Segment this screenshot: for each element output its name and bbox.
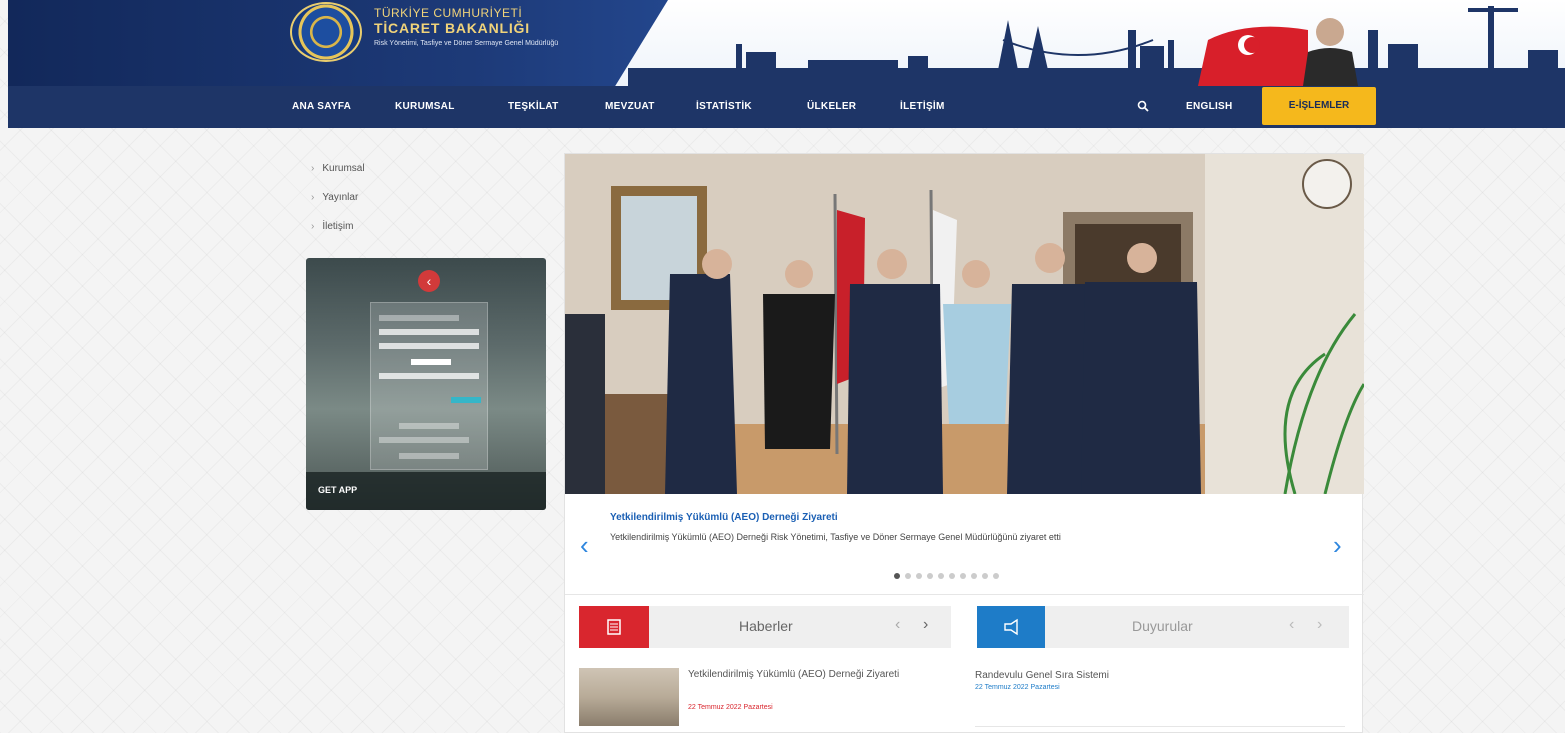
nav-english[interactable]: ENGLISH [1186,86,1233,128]
news-item-title[interactable]: Yetkilendirilmiş Yükümlü (AEO) Derneği Z… [688,668,928,682]
nav-teskilat[interactable]: TEŞKİLAT [508,86,559,128]
slider-dot[interactable] [971,573,977,579]
news-section-header: Haberler ‹ › [579,606,951,648]
logo-text-ministry: TİCARET BAKANLIĞI [374,20,530,36]
announcement-item-date: 22 Temmuz 2022 Pazartesi [975,684,1060,691]
app-footer-bar: GET APP [306,472,546,510]
nav-iletisim[interactable]: İLETİŞİM [900,86,945,128]
slider-dot[interactable] [927,573,933,579]
left-sidebar: Kurumsal Yayınlar İletişim ‹ GET APP [303,150,548,510]
nav-istatistik[interactable]: İSTATİSTİK [696,86,752,128]
istanbul-skyline-illustration [628,6,1565,86]
slider-dot[interactable] [993,573,999,579]
news-prev-button[interactable]: ‹ [895,616,900,634]
announcements-next-button[interactable]: › [1317,616,1322,634]
newspaper-icon [607,619,621,635]
logo-text-republic: TÜRKİYE CUMHURİYETİ [374,6,523,20]
site-header: TÜRKİYE CUMHURİYETİ TİCARET BAKANLIĞI Ri… [8,0,1565,128]
main-navbar: ANA SAYFA KURUMSAL TEŞKİLAT MEVZUAT İSTA… [8,86,1565,128]
slider-caption-text: Yetkilendirilmiş Yükümlü (AEO) Derneği R… [610,532,1061,542]
news-tab-icon-box [579,606,649,648]
divider [565,594,1364,595]
slider-caption-title[interactable]: Yetkilendirilmiş Yükümlü (AEO) Derneği Z… [610,512,838,523]
app-screenshot [370,302,488,470]
slider-pagination [894,573,999,579]
divider [975,726,1345,727]
slider-photo[interactable] [565,154,1364,494]
main-content: ‹ › Yetkilendirilmiş Yükümlü (AEO) Derne… [564,153,1364,733]
announcements-prev-button[interactable]: ‹ [1289,616,1294,634]
announcement-item-title[interactable]: Randevulu Genel Sıra Sistemi [975,670,1109,681]
announcements-tab-icon-box [977,606,1045,648]
sidebar-link-iletisim[interactable]: İletişim [311,221,353,232]
slider-dot[interactable] [905,573,911,579]
slider-dot[interactable] [949,573,955,579]
get-app-label: GET APP [318,485,358,495]
ministry-seal-logo[interactable] [290,2,362,62]
slider-dot[interactable] [938,573,944,579]
slider-next-arrow[interactable]: › [1333,532,1342,558]
news-tab-title[interactable]: Haberler [739,618,793,634]
slider-dot[interactable] [894,573,900,579]
news-item-date: 22 Temmuz 2022 Pazartesi [688,704,773,711]
announcements-section-header: Duyurular ‹ › [977,606,1349,648]
megaphone-icon [1004,618,1018,636]
nav-ana-sayfa[interactable]: ANA SAYFA [292,86,351,128]
logo-text-directorate: Risk Yönetimi, Tasfiye ve Döner Sermaye … [374,40,559,47]
slider-dot[interactable] [982,573,988,579]
announcements-tab-title[interactable]: Duyurular [1132,618,1193,634]
search-icon[interactable] [1137,100,1149,112]
sidebar-link-yayinlar[interactable]: Yayınlar [311,192,358,203]
app-logo-icon: ‹ [418,270,440,292]
sidebar-link-kurumsal[interactable]: Kurumsal [311,163,364,174]
nav-mevzuat[interactable]: MEVZUAT [605,86,655,128]
e-islemler-button[interactable]: E-İŞLEMLER [1262,87,1376,125]
slider-dot[interactable] [960,573,966,579]
mobile-app-promo[interactable]: ‹ GET APP [306,258,546,510]
nav-ulkeler[interactable]: ÜLKELER [807,86,856,128]
slider-prev-arrow[interactable]: ‹ [580,532,589,558]
news-next-button[interactable]: › [923,616,928,634]
news-item-thumbnail[interactable] [579,668,679,726]
slider-dot[interactable] [916,573,922,579]
nav-kurumsal[interactable]: KURUMSAL [395,86,455,128]
